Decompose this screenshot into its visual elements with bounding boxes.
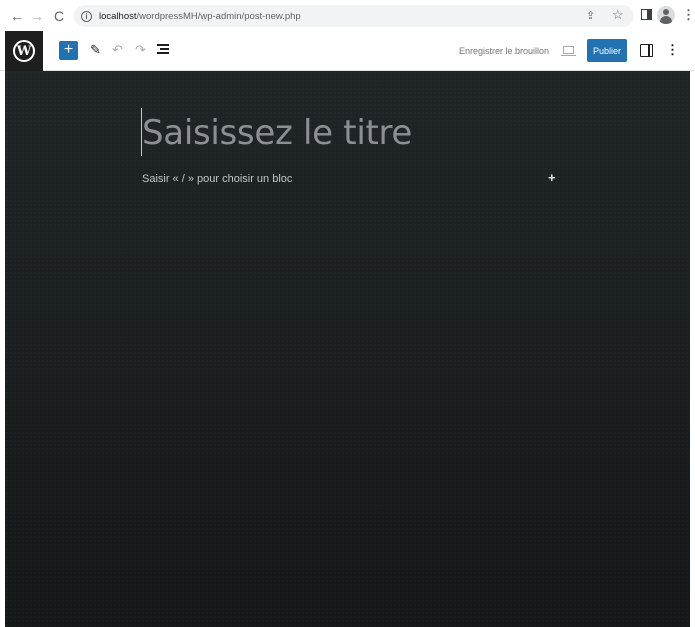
settings-sidebar-icon[interactable] <box>640 44 653 57</box>
add-block-button[interactable]: + <box>59 41 78 60</box>
redo-icon[interactable]: ↷ <box>135 42 146 58</box>
editor-header: W + ✎ ↶ ↷ Enregistrer le brouillon Publi… <box>0 31 695 71</box>
url-text[interactable]: localhost/wordpressMH/wp-admin/post-new.… <box>99 11 301 22</box>
block-placeholder[interactable]: Saisir « / » pour choisir un bloc <box>142 173 292 185</box>
options-menu-icon[interactable]: ⋮ <box>666 42 679 58</box>
bookmark-star-icon[interactable]: ☆ <box>612 7 624 23</box>
profile-avatar-icon[interactable] <box>657 6 675 24</box>
publish-button[interactable]: Publier <box>587 39 627 62</box>
post-title-input[interactable]: Saisissez le titre <box>142 113 412 153</box>
document-overview-icon[interactable] <box>157 43 169 55</box>
forward-icon[interactable]: → <box>28 7 46 25</box>
save-draft-button[interactable]: Enregistrer le brouillon <box>459 46 549 56</box>
tools-pen-icon[interactable]: ✎ <box>90 42 101 58</box>
url-path: /wordpressMH/wp-admin/post-new.php <box>136 10 301 22</box>
side-panel-icon[interactable] <box>641 9 652 20</box>
undo-icon[interactable]: ↶ <box>112 42 123 58</box>
browser-menu-icon[interactable]: ⋮ <box>682 7 695 23</box>
address-bar[interactable]: i localhost/wordpressMH/wp-admin/post-ne… <box>74 5 634 27</box>
browser-toolbar: ← → C i localhost/wordpressMH/wp-admin/p… <box>0 0 695 31</box>
url-host: localhost <box>99 10 137 22</box>
back-icon[interactable]: ← <box>8 7 26 25</box>
editor-canvas <box>5 71 690 627</box>
wordpress-logo-icon: W <box>13 40 35 62</box>
preview-icon[interactable] <box>561 46 576 56</box>
inline-add-block-icon[interactable]: + <box>548 170 556 185</box>
share-icon[interactable]: ⇪ <box>586 9 598 22</box>
reload-icon[interactable]: C <box>50 7 68 25</box>
site-info-icon[interactable]: i <box>81 10 92 22</box>
wordpress-logo-button[interactable]: W <box>5 31 43 71</box>
